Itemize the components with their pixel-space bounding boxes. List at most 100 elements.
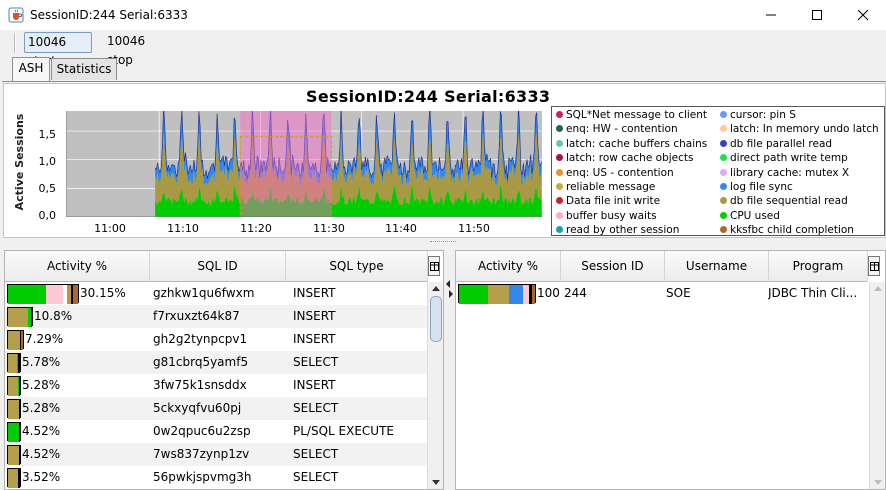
column-header-sql-id[interactable]: SQL ID: [150, 251, 286, 282]
activity-bar-segment: [21, 331, 23, 350]
trace-10046-stop-button[interactable]: 10046 stop: [104, 32, 176, 67]
legend-item: enq: US - contention: [556, 166, 674, 180]
scroll-down-icon[interactable]: [874, 480, 882, 485]
activity-bar-segment: [73, 285, 78, 304]
legend-item: latch: In memory undo latch: [720, 122, 879, 136]
collapse-left-icon[interactable]: [446, 280, 450, 288]
activity-bar: [458, 284, 536, 304]
activity-bar: [7, 284, 79, 304]
tab-statistics[interactable]: Statistics: [51, 58, 117, 80]
activity-bar-segment: [488, 285, 509, 304]
activity-bar-segment: [19, 400, 20, 419]
column-chooser-icon: [429, 261, 439, 271]
sql-type-cell: SELECT: [293, 355, 339, 369]
table-row[interactable]: 30.15% gzhkw1qu6fwxm INSERT: [5, 282, 427, 305]
column-header-program[interactable]: Program: [769, 251, 868, 282]
vertical-splitter[interactable]: [0, 238, 886, 248]
sql-id-cell: gh2g2tynpcpv1: [153, 332, 248, 346]
column-header-sql-type[interactable]: SQL type: [286, 251, 428, 282]
session-table-header: Activity % Session ID Username Program: [456, 251, 868, 282]
trace-10046-start-button[interactable]: 10046 start: [24, 32, 92, 68]
table-row[interactable]: 7.29% gh2g2tynpcpv1 INSERT: [5, 328, 427, 351]
ash-stacked-area-chart[interactable]: [66, 111, 542, 217]
minimize-button[interactable]: [748, 0, 794, 30]
legend-swatch: [720, 226, 727, 234]
legend-label: db file sequential read: [730, 195, 848, 208]
sql-id-cell: gzhkw1qu6fwxm: [153, 286, 255, 300]
scroll-up-icon[interactable]: [432, 286, 440, 291]
legend-swatch: [720, 111, 727, 118]
table-row[interactable]: 10.8% f7rxuxzt64k87 INSERT: [5, 305, 427, 328]
scrollbar-thumb[interactable]: [430, 296, 442, 342]
activity-bar: [7, 330, 24, 350]
horizontal-splitter[interactable]: [444, 250, 455, 490]
legend-label: db file parallel read: [730, 137, 833, 150]
legend-swatch: [556, 139, 563, 147]
activity-bar-segment: [8, 469, 18, 488]
column-header-username[interactable]: Username: [665, 251, 769, 282]
table-row[interactable]: 5.28% 3fw75k1snsddx INSERT: [5, 374, 427, 397]
table-row[interactable]: 4.52% 0w2qpuc6u2zsp PL/SQL EXECUTE: [5, 420, 427, 443]
column-header-session-id[interactable]: Session ID: [561, 251, 665, 282]
legend-label: buffer busy waits: [566, 209, 657, 222]
legend-item: kksfbc child completion: [720, 223, 854, 237]
toolbar-grip[interactable]: [14, 33, 16, 53]
y-tick-label: 1,5: [38, 128, 57, 141]
legend-swatch: [556, 226, 563, 234]
close-button[interactable]: [840, 0, 886, 30]
column-chooser-button[interactable]: [428, 256, 440, 276]
sql-type-cell: INSERT: [293, 286, 336, 300]
activity-bar-segment: [532, 285, 535, 304]
activity-bar-segment: [8, 354, 17, 373]
sql-id-cell: 5ckxyqfvu60pj: [153, 401, 242, 415]
legend-label: latch: cache buffers chains: [566, 137, 708, 150]
column-header-activity[interactable]: Activity %: [5, 251, 150, 282]
collapse-right-icon[interactable]: [449, 290, 453, 298]
legend-label: enq: US - contention: [566, 166, 674, 179]
tab-ash[interactable]: ASH: [12, 57, 50, 81]
table-row[interactable]: 100 244 SOE JDBC Thin Cli...: [456, 282, 868, 305]
program-cell: JDBC Thin Cli...: [768, 286, 858, 300]
column-chooser-button[interactable]: [868, 256, 880, 276]
sql-id-cell: 7ws837zynp1zv: [153, 447, 250, 461]
x-tick-label: 11:40: [385, 222, 417, 235]
table-row[interactable]: 4.52% 7ws837zynp1zv SELECT: [5, 443, 427, 466]
legend-item: SQL*Net message to client: [556, 108, 707, 122]
toolbar: 10046 start 10046 stop: [0, 30, 886, 68]
sql-id-cell: 56pwkjspvmg3h: [153, 470, 252, 484]
column-header-activity[interactable]: Activity %: [456, 251, 561, 282]
table-row[interactable]: 3.52% 56pwkjspvmg3h SELECT: [5, 466, 427, 489]
table-row[interactable]: 5.28% 5ckxyqfvu60pj SELECT: [5, 397, 427, 420]
legend-label: cursor: pin S: [730, 109, 796, 121]
sql-type-cell: SELECT: [293, 447, 339, 461]
legend-label: log file sync: [730, 181, 793, 193]
legend-label: SQL*Net message to client: [566, 109, 708, 121]
legend-item: read by other session: [556, 223, 679, 237]
activity-bar-segment: [19, 377, 20, 396]
username-cell: SOE: [666, 286, 691, 300]
table-row[interactable]: 5.78% g81cbrq5yamf5 SELECT: [5, 351, 427, 374]
legend-label: Data file init write: [566, 195, 661, 208]
activity-percent: 4.52%: [22, 447, 61, 461]
session-activity-table: Activity % Session ID Username Program 1…: [455, 250, 886, 490]
legend-swatch: [720, 211, 727, 219]
activity-bar: [7, 307, 33, 327]
session-table-scrollbar[interactable]: [869, 282, 885, 489]
activity-bar: [7, 376, 21, 396]
x-tick-label: 11:20: [240, 222, 272, 235]
sql-table-scrollbar[interactable]: [427, 282, 443, 489]
activity-bar-segment: [18, 354, 20, 373]
scroll-up-icon[interactable]: [874, 286, 882, 291]
activity-bar-segment: [8, 285, 46, 304]
legend-label: CPU used: [730, 209, 780, 222]
scroll-down-icon[interactable]: [432, 480, 440, 485]
legend-swatch: [720, 183, 727, 190]
java-cup-icon: [8, 7, 24, 23]
sql-id-cell: f7rxuxzt64k87: [153, 309, 240, 323]
legend-item: buffer busy waits: [556, 209, 657, 223]
x-tick-label: 11:30: [313, 222, 345, 235]
column-chooser-icon: [869, 261, 879, 271]
activity-bar-segment: [8, 377, 18, 396]
legend-label: direct path write temp: [730, 152, 848, 165]
maximize-button[interactable]: [794, 0, 840, 30]
